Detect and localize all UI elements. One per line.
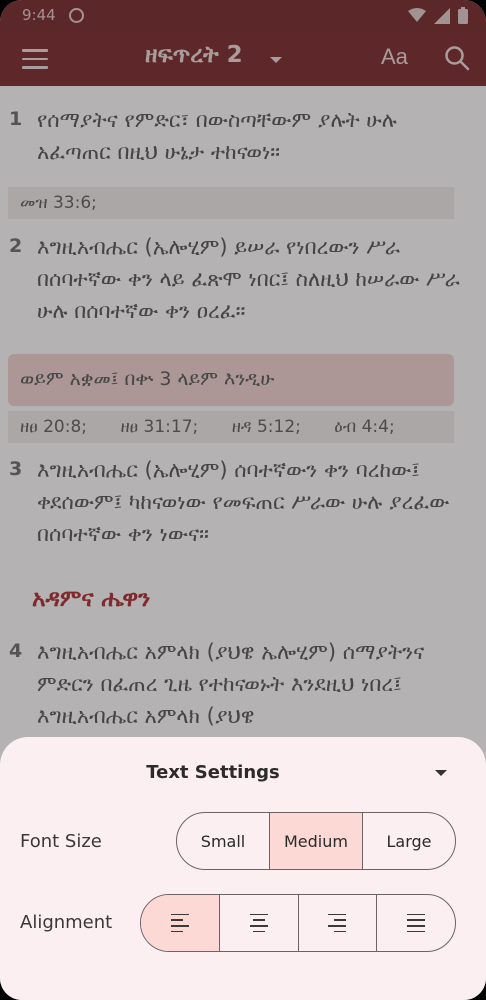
screen: 9:44 ዘፍጥረት 2 Aa 1 የሰማያትና የምድር፣ በውስጣቸውም ያ… [0, 0, 486, 1000]
align-center-button[interactable] [218, 895, 298, 951]
align-left-icon [170, 913, 189, 933]
alignment-selector [140, 894, 456, 952]
alignment-label: Alignment [20, 912, 113, 933]
font-size-large-button[interactable]: Large [362, 813, 455, 869]
align-center-icon [249, 913, 268, 933]
align-justify-icon [407, 913, 426, 933]
font-size-small-button[interactable]: Small [177, 813, 269, 869]
text-settings-sheet: Text Settings Font Size Small Medium Lar… [0, 737, 486, 970]
collapse-chevron-icon[interactable] [435, 770, 447, 776]
sheet-title: Text Settings [146, 762, 280, 783]
align-right-icon [328, 913, 347, 933]
align-right-button[interactable] [297, 895, 377, 951]
font-size-medium-button[interactable]: Medium [269, 813, 362, 869]
font-size-label: Font Size [20, 831, 102, 852]
align-left-button[interactable] [141, 895, 219, 951]
font-size-selector: Small Medium Large [176, 812, 456, 870]
align-justify-button[interactable] [376, 895, 455, 951]
system-nav-bar [0, 970, 486, 1000]
